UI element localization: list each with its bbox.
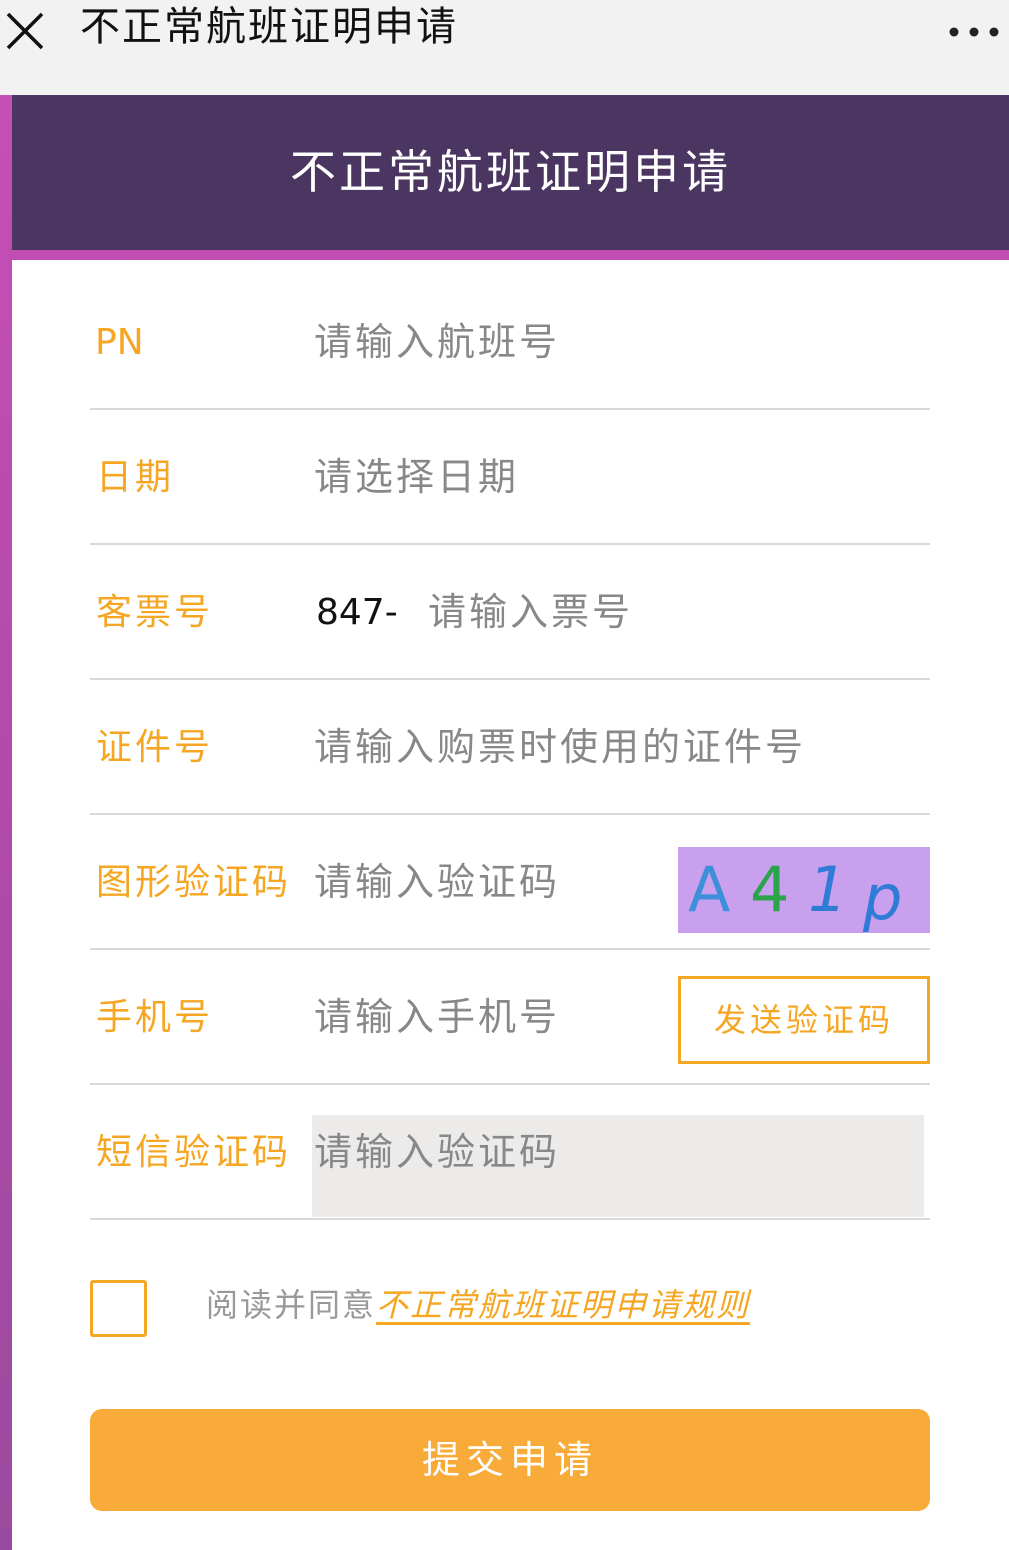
page-header: 不正常航班证明申请 <box>12 95 1009 250</box>
close-icon[interactable] <box>4 10 46 52</box>
agreement-text: 阅读并同意不正常航班证明申请规则 <box>206 1280 750 1330</box>
page-title: 不正常航班证明申请 <box>290 145 731 199</box>
id-number-input[interactable] <box>314 680 914 815</box>
captcha-char-4: p <box>862 861 902 933</box>
more-icon[interactable] <box>946 20 1002 44</box>
ticket-number-row: 客票号 847- <box>90 545 930 680</box>
captcha-graphic: A 4 1 p <box>688 853 902 934</box>
phone-label: 手机号 <box>96 997 214 1038</box>
flight-number-label: PN <box>95 322 144 363</box>
captcha-input[interactable] <box>314 815 654 950</box>
ticket-number-input[interactable] <box>428 545 728 680</box>
sms-code-input[interactable] <box>314 1085 914 1220</box>
phone-row: 手机号 发送验证码 <box>90 950 930 1085</box>
captcha-char-2: 4 <box>750 853 789 926</box>
flight-number-input[interactable] <box>314 275 654 410</box>
phone-input[interactable] <box>314 950 654 1085</box>
captcha-char-3: 1 <box>808 853 847 926</box>
top-bar: 不正常航班证明申请 <box>0 0 1009 95</box>
ticket-number-label: 客票号 <box>96 592 214 633</box>
captcha-row: 图形验证码 A 4 1 p <box>90 815 930 950</box>
ticket-prefix: 847- <box>316 592 398 633</box>
send-code-button[interactable]: 发送验证码 <box>678 976 930 1064</box>
agree-checkbox[interactable] <box>90 1280 147 1337</box>
sms-code-label: 短信验证码 <box>96 1132 292 1173</box>
date-label: 日期 <box>96 457 175 498</box>
window-title: 不正常航班证明申请 <box>80 4 458 50</box>
sms-code-row: 短信验证码 <box>90 1085 930 1220</box>
submit-button[interactable]: 提交申请 <box>90 1409 930 1511</box>
date-row: 日期 <box>90 410 930 545</box>
id-number-row: 证件号 <box>90 680 930 815</box>
agreement-prefix: 阅读并同意 <box>206 1286 377 1324</box>
agreement-rules-link[interactable]: 不正常航班证明申请规则 <box>376 1286 750 1324</box>
date-input[interactable] <box>314 410 654 545</box>
captcha-char-1: A <box>688 853 730 926</box>
id-number-label: 证件号 <box>96 727 214 768</box>
captcha-label: 图形验证码 <box>96 862 292 903</box>
flight-number-row: PN <box>90 275 930 410</box>
captcha-image[interactable]: A 4 1 p <box>678 847 930 934</box>
